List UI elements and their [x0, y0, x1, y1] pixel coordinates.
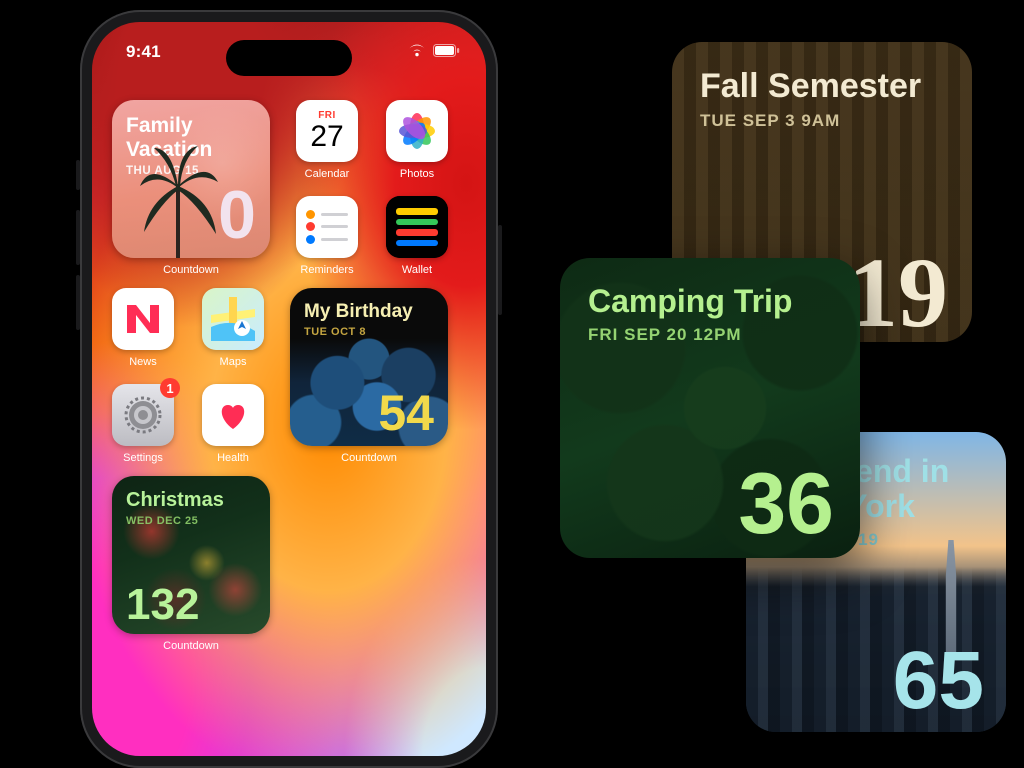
widget-title: My Birthday [290, 288, 448, 323]
app-label: Calendar [305, 168, 350, 180]
mute-switch[interactable] [76, 160, 80, 190]
widget-app-label: Countdown [341, 452, 397, 464]
app-wallet[interactable]: Wallet [386, 196, 448, 276]
app-label: Reminders [300, 264, 353, 276]
photos-icon [386, 100, 448, 162]
app-label: News [129, 356, 157, 368]
preview-widget-camping-trip[interactable]: Camping Trip FRI SEP 20 12PM 36 [560, 258, 860, 558]
app-label: Health [217, 452, 249, 464]
home-screen[interactable]: 9:41 Family Vacation THU AUG 15 0 [92, 22, 486, 756]
widget-count: 54 [378, 384, 434, 442]
widget-count: 36 [738, 455, 834, 554]
home-grid: Family Vacation THU AUG 15 0 [92, 22, 486, 756]
widget-countdown-xmas[interactable]: Christmas WED DEC 25 132 [112, 476, 270, 634]
app-label: Settings [123, 452, 163, 464]
notification-badge: 1 [160, 378, 180, 398]
battery-icon [433, 44, 460, 57]
widget-countdown-birthday[interactable]: My Birthday TUE OCT 8 54 [290, 288, 448, 446]
palm-tree-icon [136, 142, 220, 258]
app-news[interactable]: News [112, 288, 174, 368]
app-health[interactable]: Health [202, 384, 264, 464]
iphone-frame: 9:41 Family Vacation THU AUG 15 0 [80, 10, 498, 768]
app-settings[interactable]: 1 Settings [112, 384, 174, 464]
widget-subtitle: WED DEC 25 [112, 515, 270, 527]
widget-countdown-vacation-wrap: Family Vacation THU AUG 15 0 [112, 100, 270, 276]
wifi-icon [408, 44, 426, 57]
widget-countdown-vacation[interactable]: Family Vacation THU AUG 15 0 [112, 100, 270, 258]
widget-subtitle: TUE OCT 8 [290, 326, 448, 338]
dynamic-island[interactable] [226, 40, 352, 76]
volume-up-button[interactable] [76, 210, 80, 265]
app-reminders[interactable]: Reminders [296, 196, 358, 276]
widget-subtitle: FRI SEP 20 12PM [560, 325, 860, 345]
widget-count: 0 [218, 176, 256, 254]
widget-app-label: Countdown [163, 264, 219, 276]
reminders-icon [296, 196, 358, 258]
widget-countdown-birthday-wrap: My Birthday TUE OCT 8 54 Countdown [290, 288, 448, 464]
app-label: Photos [400, 168, 434, 180]
widget-title: Fall Semester [672, 42, 972, 105]
widget-app-label: Countdown [163, 640, 219, 652]
power-button[interactable] [498, 225, 502, 315]
app-label: Maps [220, 356, 247, 368]
app-photos[interactable]: Photos [386, 100, 448, 180]
calendar-icon: FRI 27 [296, 100, 358, 162]
calendar-dom: 27 [310, 122, 343, 152]
widget-count: 19 [848, 235, 948, 342]
volume-down-button[interactable] [76, 275, 80, 330]
widget-subtitle: TUE SEP 3 9AM [672, 111, 972, 131]
widget-count: 132 [126, 580, 199, 630]
status-time: 9:41 [126, 42, 161, 62]
app-maps[interactable]: Maps [202, 288, 264, 368]
widget-count: 65 [893, 634, 984, 728]
health-icon [202, 384, 264, 446]
app-calendar[interactable]: FRI 27 Calendar [296, 100, 358, 180]
widget-title: Christmas [112, 476, 270, 512]
widget-title: Camping Trip [560, 258, 860, 319]
news-icon [112, 288, 174, 350]
app-label: Wallet [402, 264, 432, 276]
widget-countdown-xmas-wrap: Christmas WED DEC 25 132 Countdown [112, 476, 270, 652]
maps-icon [202, 288, 264, 350]
wallet-icon [386, 196, 448, 258]
settings-icon: 1 [112, 384, 174, 446]
